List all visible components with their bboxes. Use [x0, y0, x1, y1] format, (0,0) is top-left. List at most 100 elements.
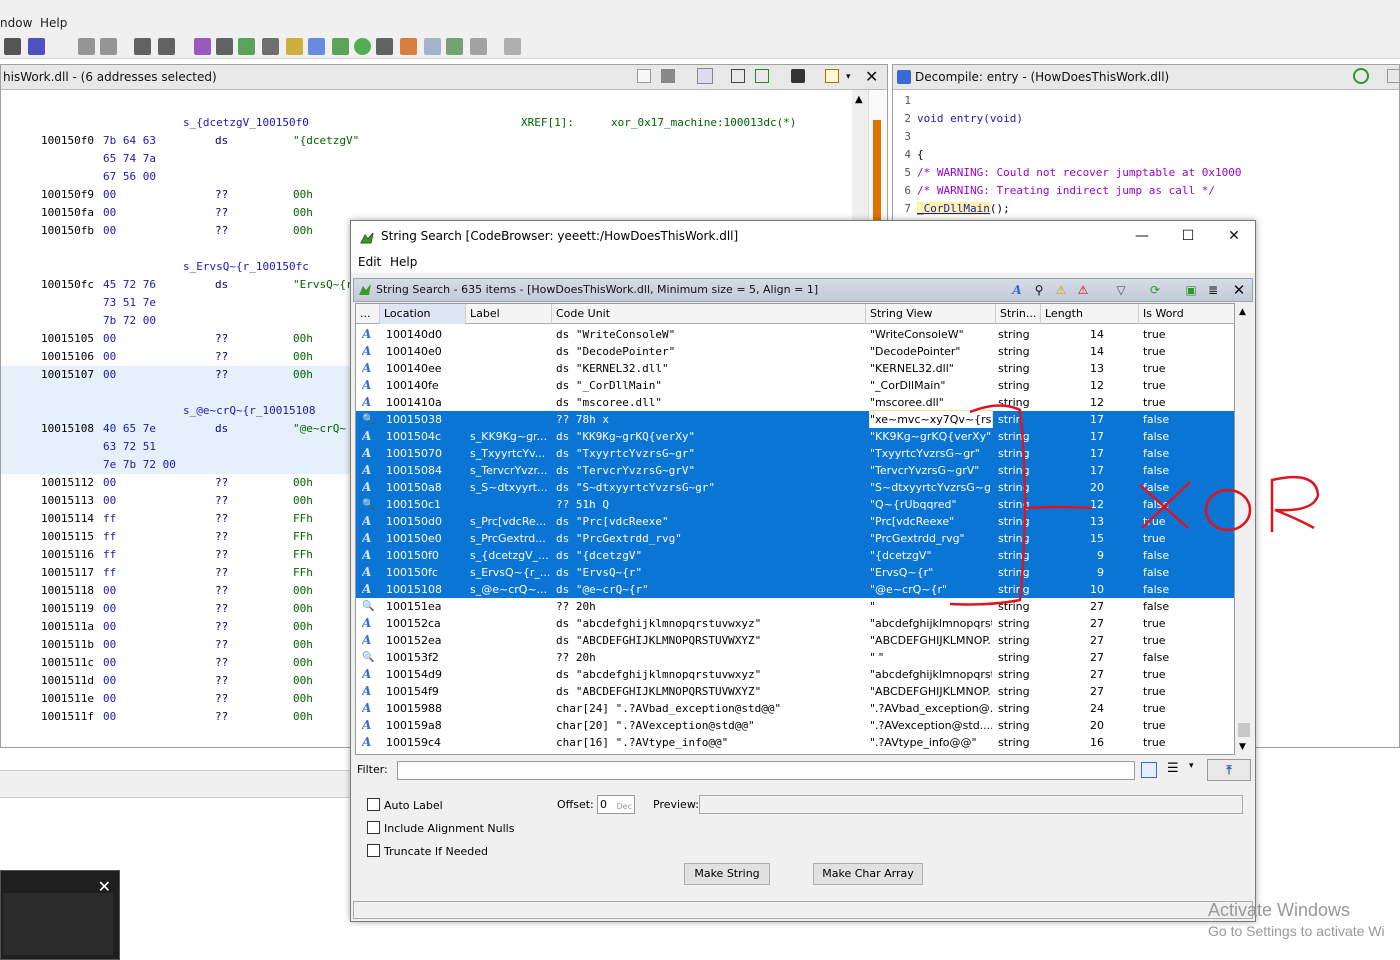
table-scrollbar[interactable]: ▲ ▼	[1236, 303, 1252, 755]
menu-help[interactable]: Help	[390, 251, 417, 273]
table-row[interactable]: A 100150f0 s_{dcetzgV_... ds "{dcetzgV" "{dc…	[356, 547, 1234, 564]
chevron-down-icon[interactable]: ▾	[846, 65, 851, 89]
code-line[interactable]: 2 void entry(void)	[893, 110, 1399, 128]
table-row[interactable]: A 100140e0 ds "DecodePointer" "DecodePointe…	[356, 343, 1234, 360]
listing-row[interactable]: 10015108 40 65 7e ds "@e~crQ~	[1, 420, 352, 438]
refresh-icon[interactable]: ⟳	[1146, 281, 1164, 299]
table-row[interactable]: A 100152ca ds "abcdefghijklmnopqrstuvwxyz"…	[356, 615, 1234, 632]
search-icon[interactable]: ⚲	[1030, 281, 1048, 299]
filter-options-icon[interactable]	[1141, 762, 1157, 778]
col-string-view[interactable]: String View	[866, 304, 996, 324]
layout-icon[interactable]	[731, 69, 745, 83]
close-icon[interactable]: ✕	[1230, 281, 1248, 299]
table-row[interactable]: 🔍 100153f2 ?? 20h " " string 27 false	[356, 649, 1234, 666]
menu-edit[interactable]: Edit	[358, 251, 381, 273]
minimize-button[interactable]: —	[1119, 221, 1165, 251]
listing-row[interactable]: 65 74 7a	[1, 150, 851, 168]
listing-row[interactable]: s_{dcetzgV_100150f0 XREF[1]: xor_0x17_mach…	[1, 114, 851, 132]
run-icon[interactable]	[354, 38, 371, 55]
menu-list-icon[interactable]: ≣	[1204, 281, 1222, 299]
table-row[interactable]: A 100154d9 ds "abcdefghijklmnopqrstuvwxyz"…	[356, 666, 1234, 683]
settings-icon[interactable]	[504, 38, 521, 55]
table-row[interactable]: A 100150d0 s_Prc[vdcRe... ds "Prc[vdcReexe"…	[356, 513, 1234, 530]
error-icon[interactable]: ⚠	[1074, 281, 1092, 299]
table-row[interactable]: A 100154f9 ds "ABCDEFGHIJKLMNOPQRSTUVWXYZ"…	[356, 683, 1234, 700]
diamond-icon[interactable]	[400, 38, 417, 55]
options-icon[interactable]	[825, 69, 839, 83]
copy-icon[interactable]	[100, 38, 117, 55]
offset-input[interactable]: 0 Dec	[597, 795, 635, 814]
col-label[interactable]: Label	[466, 304, 552, 324]
string-filter-icon[interactable]: A	[1008, 281, 1026, 299]
table-row[interactable]: A 1001504c s_KK9Kg~gr... ds "KK9Kg~grKQ{ver…	[356, 428, 1234, 445]
col-is-word[interactable]: Is Word	[1139, 304, 1234, 324]
maximize-button[interactable]: ☐	[1165, 221, 1211, 251]
code-line[interactable]: 5 /* WARNING: Could not recover jumptabl…	[893, 164, 1399, 182]
table-row[interactable]: 🔍 100151ea ?? 20h " string 27 false	[356, 598, 1234, 615]
make-char-array-button[interactable]: Make Char Array	[813, 863, 923, 885]
bookmark-icon[interactable]	[28, 38, 45, 55]
filter-input[interactable]	[397, 761, 1135, 780]
col-icon[interactable]: ...	[356, 304, 380, 324]
taskbar-thumbnail[interactable]: ✕	[0, 870, 120, 960]
chevron-down-icon[interactable]: ▾	[1189, 761, 1194, 771]
listing-row[interactable]: 7e 7b 72 00	[1, 456, 352, 474]
listing-row[interactable]: 10015107 00?? 00h	[1, 366, 352, 384]
listing-row[interactable]: 100150f0 7b 64 63 ds "{dcetzgV"	[1, 132, 851, 150]
table-row[interactable]: A 100140d0 ds "WriteConsoleW" "WriteConsole…	[356, 326, 1234, 343]
copy-icon[interactable]	[1387, 69, 1399, 83]
listing-row[interactable]: 63 72 51	[1, 438, 352, 456]
close-button[interactable]: ✕	[1211, 221, 1257, 251]
table-row[interactable]: A 100140ee ds "KERNEL32.dll" "KERNEL32.dll"…	[356, 360, 1234, 377]
copy-icon[interactable]	[637, 69, 651, 83]
function-icon[interactable]	[308, 38, 325, 55]
scroll-up-icon[interactable]: ▲	[855, 94, 863, 105]
label-icon[interactable]	[216, 38, 233, 55]
memory-icon[interactable]	[262, 38, 279, 55]
table-row[interactable]: A 10015070 s_TxyyrtcYv... ds "TxyyrtcYvzrsG…	[356, 445, 1234, 462]
table-row[interactable]: 🔍 100150c1 ?? 51h Q "Q~{rUbqqred" string 12 fa…	[356, 496, 1234, 513]
col-string-type[interactable]: Strin...	[996, 304, 1041, 324]
terminal-icon[interactable]	[376, 38, 393, 55]
table-row[interactable]: A 100159a8 char[20] ".?AVexception@std@@" "…	[356, 717, 1234, 734]
truncate-if-needed-checkbox[interactable]: Truncate If Needed	[367, 844, 488, 858]
listing-row[interactable]: 100150f9 00?? 00h	[1, 186, 851, 204]
code-line[interactable]: 7 _CorDllMain();	[893, 200, 1399, 218]
include-alignment-nulls-checkbox[interactable]: Include Alignment Nulls	[367, 821, 514, 835]
menu-window[interactable]: ndow	[0, 16, 32, 30]
snapshot-icon[interactable]	[791, 69, 805, 83]
table-row[interactable]: A 100159c4 char[16] ".?AVtype_info@@" ".?AV…	[356, 734, 1234, 751]
cursor-icon[interactable]	[697, 68, 713, 84]
table-row[interactable]: A 100150fc s_ErvsQ~{r_... ds "ErvsQ~{r" "Erv…	[356, 564, 1234, 581]
col-length[interactable]: Length	[1041, 304, 1139, 324]
table-row[interactable]: A 10015084 s_TervcrYvzr... ds "TervcrYvzrsG…	[356, 462, 1234, 479]
export-icon[interactable]	[238, 38, 255, 55]
image-icon[interactable]	[446, 38, 463, 55]
menu-help[interactable]: Help	[40, 16, 67, 30]
close-icon[interactable]: ✕	[865, 65, 878, 89]
undo-icon[interactable]	[134, 38, 151, 55]
code-line[interactable]: 1	[893, 92, 1399, 110]
diff-icon[interactable]	[755, 69, 769, 83]
table-row[interactable]: A 100140fe ds "_CorDllMain" "_CorDllMain" st…	[356, 377, 1234, 394]
column-filter-icon[interactable]: ☰	[1167, 761, 1179, 776]
table-row[interactable]: A 10015108 s_@e~crQ~... ds "@e~crQ~{r" "@e~c…	[356, 581, 1234, 598]
table-row[interactable]: A 100152ea ds "ABCDEFGHIJKLMNOPQRSTUVWXYZ"…	[356, 632, 1234, 649]
paste-icon[interactable]	[661, 69, 675, 83]
auto-label-checkbox[interactable]: Auto Label	[367, 798, 443, 812]
table-row[interactable]: A 100150e0 s_PrcGextrd... ds "PrcGextrdd_rv…	[356, 530, 1234, 547]
redo-icon[interactable]	[158, 38, 175, 55]
listing-row[interactable]: s_@e~crQ~{r_10015108	[1, 402, 352, 420]
table-row[interactable]: 🔍 10015038 ?? 78h x "xe~mvc~xy7Qv~{rs" strin…	[356, 410, 1234, 429]
ghidra-logo-icon[interactable]	[4, 38, 21, 55]
col-location[interactable]: Location	[380, 304, 466, 324]
warning-icon[interactable]: ⚠	[1052, 281, 1070, 299]
listing-row[interactable]	[1, 384, 352, 402]
make-string-button[interactable]: Make String	[684, 863, 770, 885]
col-code-unit[interactable]: Code Unit	[552, 304, 866, 324]
filter-icon[interactable]: ▽	[1112, 281, 1130, 299]
cut-icon[interactable]	[78, 38, 95, 55]
tree-icon[interactable]	[332, 38, 349, 55]
function-call[interactable]: _CorDllMain	[917, 202, 990, 215]
table-icon[interactable]	[424, 38, 441, 55]
